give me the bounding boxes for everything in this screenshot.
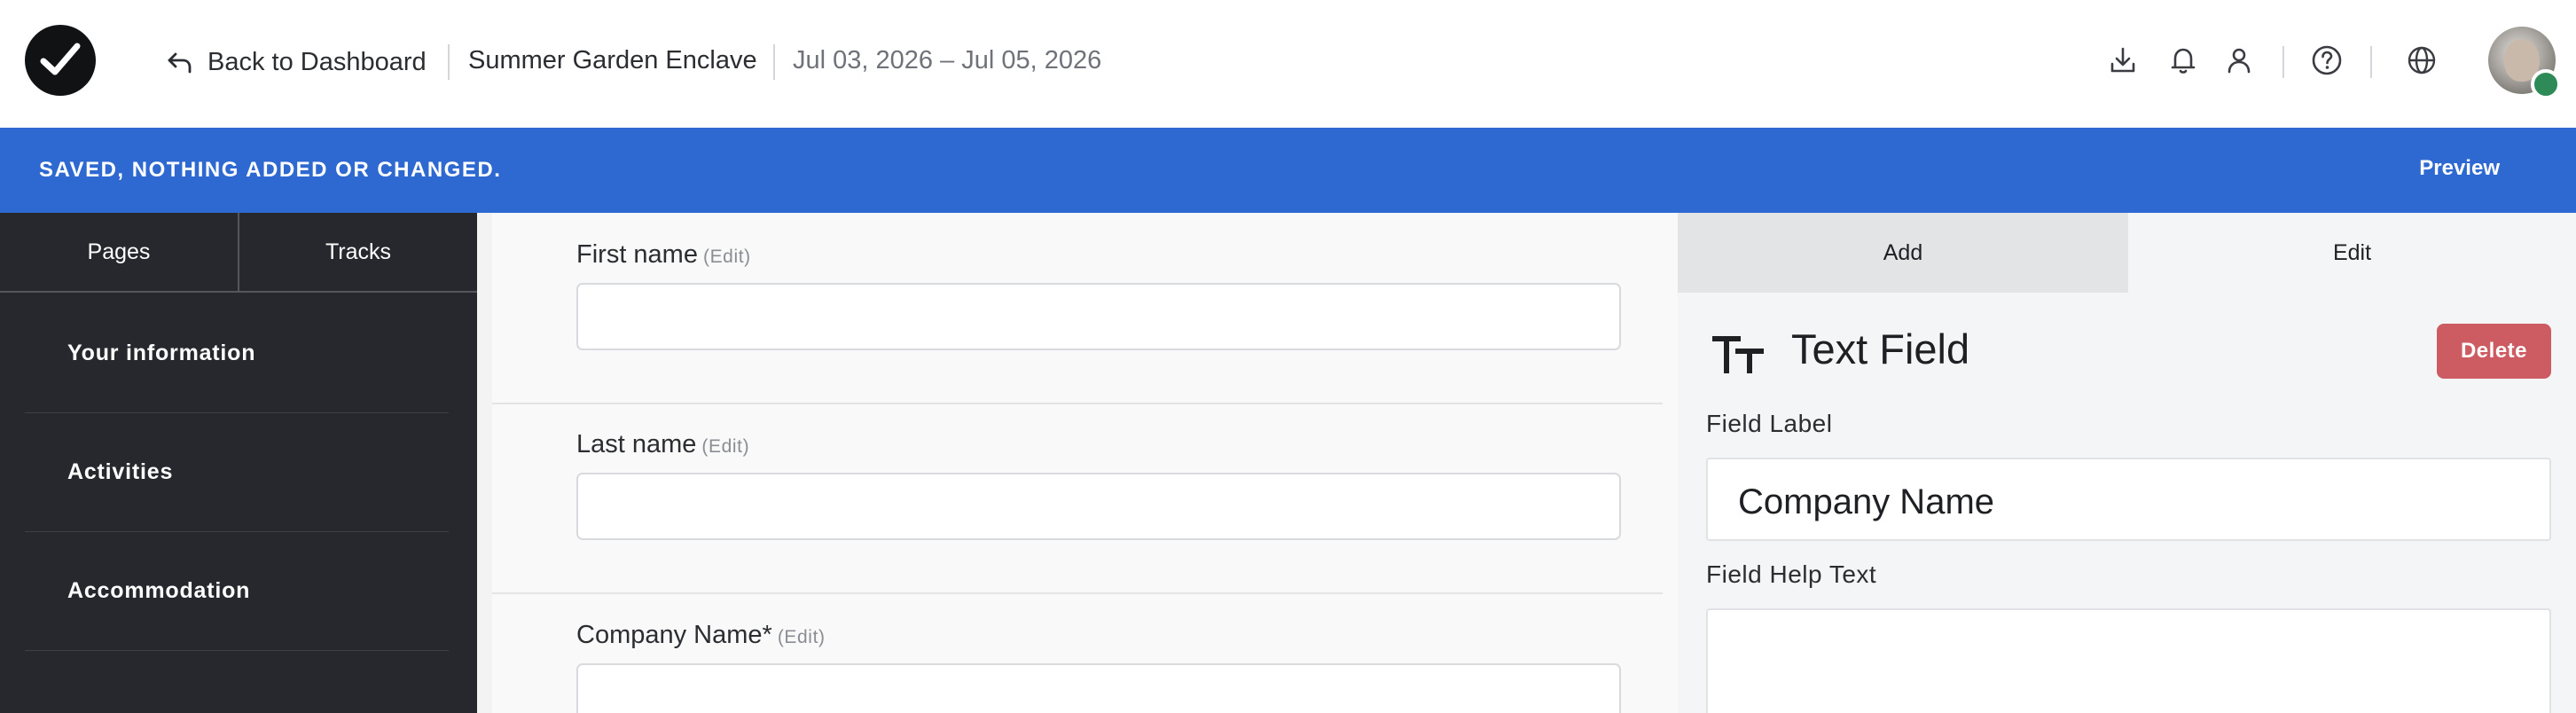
edit-link[interactable]: (Edit) [701, 436, 749, 457]
globe-icon[interactable] [2404, 43, 2439, 78]
tab-add[interactable]: Add [1678, 213, 2128, 293]
save-status-bar: SAVED, NOTHING ADDED OR CHANGED. Preview [0, 128, 2576, 213]
tab-edit[interactable]: Edit [2128, 213, 2576, 293]
company-name-input[interactable] [576, 663, 1621, 713]
sidebar-item-label: Activities [67, 459, 174, 484]
form-gutter [477, 213, 492, 713]
sidebar-tabs: Pages Tracks [0, 213, 477, 293]
field-label: Company Name* (Edit) [576, 621, 826, 650]
checkmark-icon [40, 43, 81, 75]
tab-pages[interactable]: Pages [0, 213, 238, 291]
form-field-company-name[interactable]: Company Name* (Edit) [492, 594, 1663, 713]
header-divider [448, 44, 450, 80]
top-header: Back to Dashboard Summer Garden Enclave … [0, 0, 2576, 128]
event-name: Summer Garden Enclave [468, 46, 757, 74]
save-status-message: SAVED, NOTHING ADDED OR CHANGED. [39, 158, 502, 182]
sidebar: Pages Tracks Your information Activities… [0, 213, 477, 713]
field-editor-panel: Add Edit Text Field Delete Field Label C… [1678, 213, 2576, 713]
user-icon[interactable] [2221, 43, 2257, 78]
edit-link[interactable]: (Edit) [703, 247, 751, 267]
form-field-last-name[interactable]: Last name (Edit) [492, 404, 1663, 592]
event-dates: Jul 03, 2026 – Jul 05, 2026 [793, 46, 1102, 74]
field-label-value: Company Name [1738, 482, 1995, 521]
field-label-text: First name [576, 240, 698, 269]
field-label-caption: Field Label [1706, 410, 1833, 437]
field-label: Last name (Edit) [576, 430, 749, 459]
sidebar-item-label: Your information [67, 341, 256, 365]
delete-button[interactable]: Delete [2437, 324, 2551, 379]
sidebar-item-your-information[interactable]: Your information [25, 294, 449, 413]
field-type-title: Text Field [1791, 325, 1970, 372]
field-label-text: Last name [576, 430, 697, 458]
sidebar-item-activities[interactable]: Activities [25, 413, 449, 532]
edit-link[interactable]: (Edit) [778, 627, 826, 647]
field-label-text: Company Name* [576, 621, 772, 649]
header-divider [773, 44, 775, 80]
header-divider [2282, 46, 2284, 78]
tab-tracks[interactable]: Tracks [238, 213, 477, 291]
field-label: First name (Edit) [576, 240, 751, 270]
help-text-caption: Field Help Text [1706, 560, 1877, 588]
form-field-first-name[interactable]: First name (Edit) [492, 213, 1663, 404]
help-icon[interactable] [2309, 43, 2345, 78]
first-name-input[interactable] [576, 283, 1621, 350]
back-label: Back to Dashboard [207, 47, 427, 76]
online-badge-icon [2531, 69, 2561, 99]
editor-tabs: Add Edit [1678, 213, 2576, 293]
header-divider [2370, 46, 2372, 78]
text-field-icon [1712, 336, 1764, 373]
field-label-input[interactable]: Company Name [1706, 458, 2551, 541]
back-to-dashboard-link[interactable]: Back to Dashboard [165, 43, 427, 82]
app-logo[interactable] [25, 25, 96, 96]
sidebar-item-label: Accommodation [67, 578, 251, 603]
preview-button[interactable]: Preview [2419, 156, 2500, 181]
help-text-textarea[interactable] [1706, 608, 2551, 713]
last-name-input[interactable] [576, 473, 1621, 540]
user-avatar[interactable] [2488, 27, 2561, 99]
bell-icon[interactable] [2165, 43, 2201, 78]
return-arrow-icon [168, 52, 192, 74]
sidebar-item-accommodation[interactable]: Accommodation [25, 532, 449, 651]
download-icon[interactable] [2105, 43, 2141, 78]
